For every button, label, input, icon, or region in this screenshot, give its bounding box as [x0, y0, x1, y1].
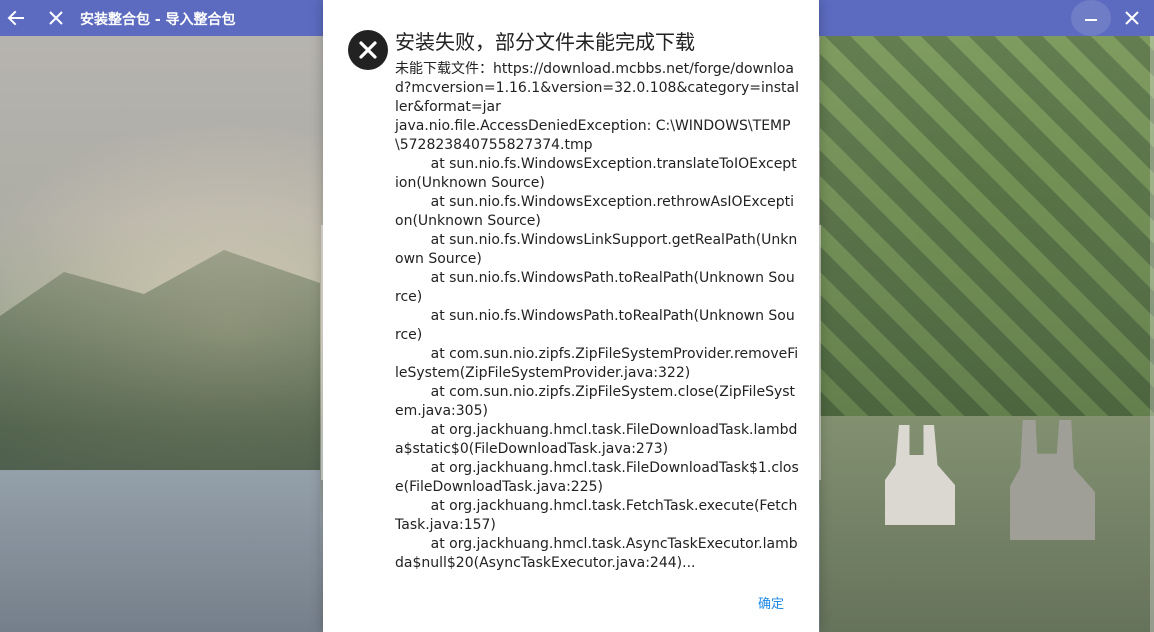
back-button[interactable]: [2, 4, 30, 32]
window-title: 安装整合包 - 导入整合包: [80, 12, 236, 28]
error-x-glyph: [359, 41, 377, 59]
error-dialog: 安装失败，部分文件未能完成下载 未能下载文件：https://download.…: [323, 0, 819, 632]
close-window-icon: [1125, 11, 1139, 25]
minimize-button[interactable]: [1071, 0, 1111, 36]
back-arrow-icon: [7, 10, 24, 26]
scrollbar[interactable]: [1150, 36, 1154, 632]
close-window-button[interactable]: [1118, 4, 1146, 32]
dialog-title: 安装失败，部分文件未能完成下载: [395, 30, 695, 54]
dialog-message: 未能下载文件：https://download.mcbbs.net/forge/…: [395, 61, 799, 571]
close-icon: [49, 11, 63, 25]
minimize-icon: [1085, 19, 1097, 21]
ok-button[interactable]: 确定: [749, 594, 793, 616]
close-page-button[interactable]: [42, 4, 70, 32]
error-icon: [348, 30, 388, 70]
